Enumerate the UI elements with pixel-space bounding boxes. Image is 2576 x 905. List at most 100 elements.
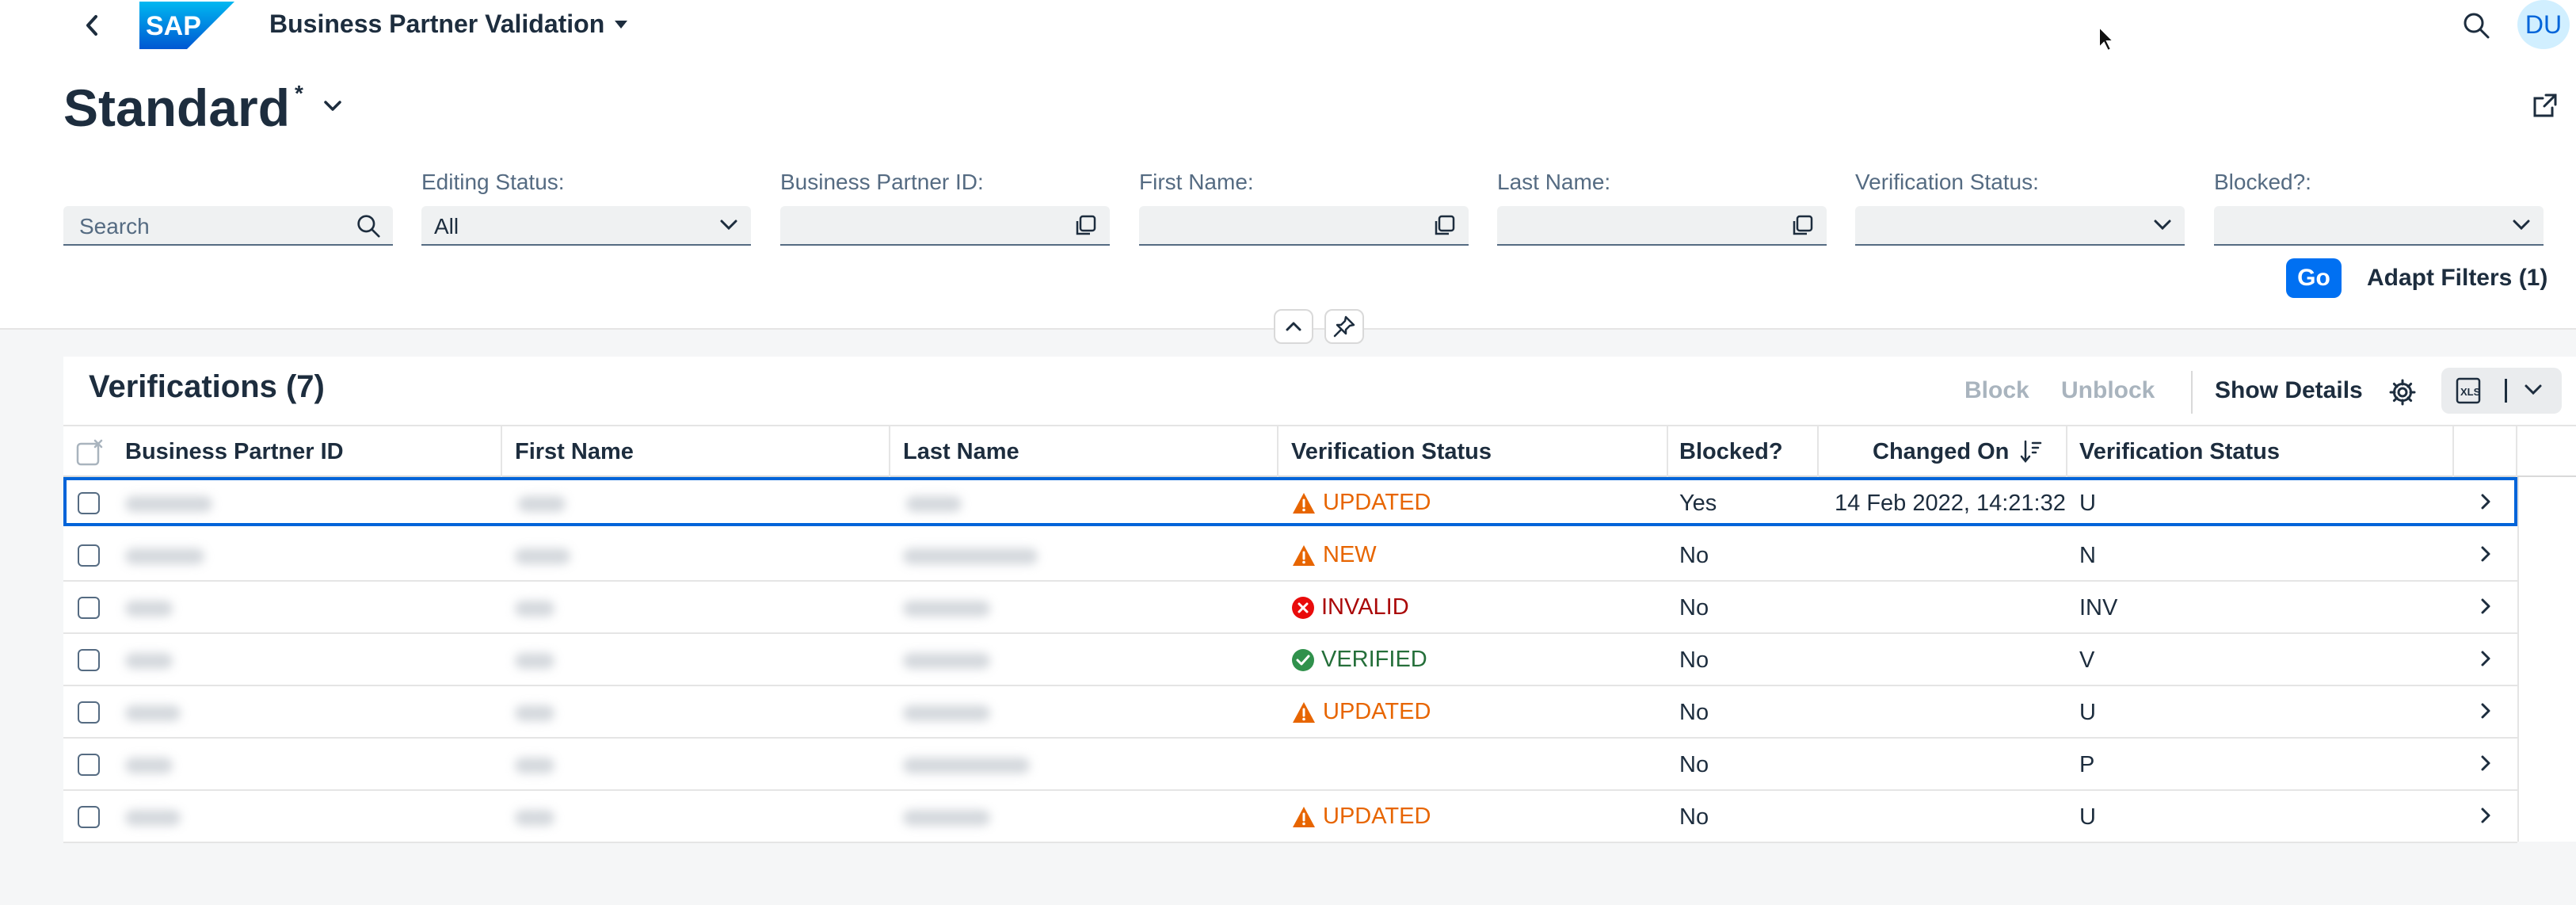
status-code-cell: N xyxy=(2079,543,2096,568)
status-code-cell: V xyxy=(2079,647,2095,673)
caret-down-icon xyxy=(615,20,628,29)
column-separator xyxy=(2516,426,2517,477)
back-button[interactable] xyxy=(76,10,108,41)
verification-status-select[interactable] xyxy=(1855,206,2185,246)
value-help-icon[interactable] xyxy=(1073,214,1097,238)
sap-logo[interactable]: SAP xyxy=(139,2,234,49)
status-code-cell: P xyxy=(2079,752,2095,777)
shell-search-button[interactable] xyxy=(2457,6,2495,44)
clear-selection-icon[interactable] xyxy=(76,439,103,466)
chevron-right-icon[interactable] xyxy=(2479,491,2492,512)
last-name-label: Last Name: xyxy=(1497,170,1611,194)
share-icon[interactable] xyxy=(2532,92,2559,119)
shell-bar: SAP Business Partner Validation DU xyxy=(0,0,2576,52)
row-checkbox[interactable] xyxy=(78,492,100,514)
table-row[interactable]: VERIFIED No V xyxy=(63,634,2517,686)
block-button[interactable]: Block xyxy=(1964,377,2029,404)
chevron-down-icon[interactable] xyxy=(323,100,342,113)
bp-id-input[interactable] xyxy=(780,206,1110,246)
table-row[interactable]: UPDATED No U xyxy=(63,686,2517,739)
user-avatar[interactable]: DU xyxy=(2517,0,2570,49)
verification-status-cell: VERIFIED xyxy=(1291,647,1427,673)
table-title: Verifications (7) xyxy=(89,369,325,404)
row-checkbox[interactable] xyxy=(78,701,100,724)
status-code-cell: U xyxy=(2079,700,2096,725)
first-name-label: First Name: xyxy=(1139,170,1254,194)
success-icon xyxy=(1292,648,1314,671)
variant-title[interactable]: Standard * xyxy=(63,78,303,138)
redacted-bp-id xyxy=(125,496,212,512)
blocked-select[interactable] xyxy=(2214,206,2544,246)
status-code-cell: U xyxy=(2079,491,2096,516)
blocked-cell: No xyxy=(1679,752,1709,777)
chevron-right-icon[interactable] xyxy=(2479,701,2492,721)
table-row[interactable]: UPDATED No U xyxy=(63,791,2517,843)
first-name-input[interactable] xyxy=(1139,206,1469,246)
chevron-down-icon xyxy=(2154,220,2171,231)
row-checkbox[interactable] xyxy=(78,806,100,828)
value-help-icon[interactable] xyxy=(1790,214,1814,238)
column-separator xyxy=(2452,426,2454,477)
column-separator xyxy=(1667,426,1668,477)
redacted-last-name xyxy=(903,758,1030,773)
redacted-last-name xyxy=(903,601,990,617)
col-header-first-name[interactable]: First Name xyxy=(515,426,634,477)
chevron-right-icon[interactable] xyxy=(2479,648,2492,669)
redacted-first-name xyxy=(518,496,566,512)
verification-status-cell: NEW xyxy=(1291,542,1377,568)
pin-header-button[interactable] xyxy=(1324,309,1364,344)
col-header-last-name[interactable]: Last Name xyxy=(903,426,1019,477)
chevron-right-icon[interactable] xyxy=(2479,544,2492,564)
changed-on-cell: 14 Feb 2022, 14:21:32 xyxy=(1835,491,2066,516)
search-icon[interactable] xyxy=(356,214,380,238)
chevron-right-icon[interactable] xyxy=(2479,805,2492,826)
row-checkbox[interactable] xyxy=(78,649,100,671)
table-row[interactable]: No P xyxy=(63,739,2517,791)
value-help-icon[interactable] xyxy=(1432,214,1456,238)
verification-status-label: Verification Status: xyxy=(1855,170,2039,194)
row-checkbox[interactable] xyxy=(78,597,100,619)
warning-icon xyxy=(1293,544,1315,566)
chevron-down-icon xyxy=(2513,220,2530,231)
table-row[interactable]: NEW No N xyxy=(63,529,2517,582)
col-header-changed-on[interactable]: Changed On xyxy=(1873,426,2042,477)
col-header-bp-id[interactable]: Business Partner ID xyxy=(125,426,344,477)
table-row[interactable]: INVALID No INV xyxy=(63,582,2517,634)
chevron-right-icon[interactable] xyxy=(2479,753,2492,773)
col-header-verification-status[interactable]: Verification Status xyxy=(1291,426,1492,477)
app-title-menu[interactable]: Business Partner Validation xyxy=(269,10,628,39)
search-input[interactable]: Search xyxy=(63,206,393,246)
last-name-input[interactable] xyxy=(1497,206,1827,246)
row-checkbox[interactable] xyxy=(78,544,100,567)
table-settings-button[interactable] xyxy=(2384,374,2421,410)
redacted-first-name xyxy=(515,653,554,669)
blocked-cell: No xyxy=(1679,804,1709,830)
unblock-button[interactable]: Unblock xyxy=(2061,377,2155,404)
table-row[interactable]: UPDATED Yes 14 Feb 2022, 14:21:32 U xyxy=(63,477,2517,526)
editing-status-select[interactable]: All xyxy=(421,206,751,246)
gear-icon xyxy=(2389,379,2416,406)
redacted-last-name xyxy=(903,548,1038,564)
adapt-filters-button[interactable]: Adapt Filters (1) xyxy=(2367,265,2547,292)
show-details-button[interactable]: Show Details xyxy=(2215,377,2363,404)
row-checkbox[interactable] xyxy=(78,754,100,776)
collapse-header-button[interactable] xyxy=(1274,309,1313,344)
export-button[interactable]: XLS xyxy=(2441,368,2562,414)
redacted-first-name xyxy=(515,810,554,826)
split-button-divider xyxy=(2505,379,2507,403)
svg-text:XLS: XLS xyxy=(2460,386,2481,398)
status-code-cell: INV xyxy=(2079,595,2118,621)
go-button[interactable]: Go xyxy=(2286,258,2342,298)
verification-status-cell: UPDATED xyxy=(1291,804,1431,830)
chevron-down-icon[interactable] xyxy=(2524,384,2543,396)
verification-status-cell: UPDATED xyxy=(1291,490,1431,516)
warning-icon xyxy=(1293,701,1315,723)
editing-status-label: Editing Status: xyxy=(421,170,565,194)
redacted-bp-id xyxy=(125,601,173,617)
column-separator xyxy=(1277,426,1278,477)
col-header-verification-status-code[interactable]: Verification Status xyxy=(2079,426,2280,477)
blocked-cell: No xyxy=(1679,647,1709,673)
col-header-blocked[interactable]: Blocked? xyxy=(1679,426,1783,477)
chevron-right-icon[interactable] xyxy=(2479,596,2492,617)
chevron-down-icon xyxy=(720,220,737,231)
